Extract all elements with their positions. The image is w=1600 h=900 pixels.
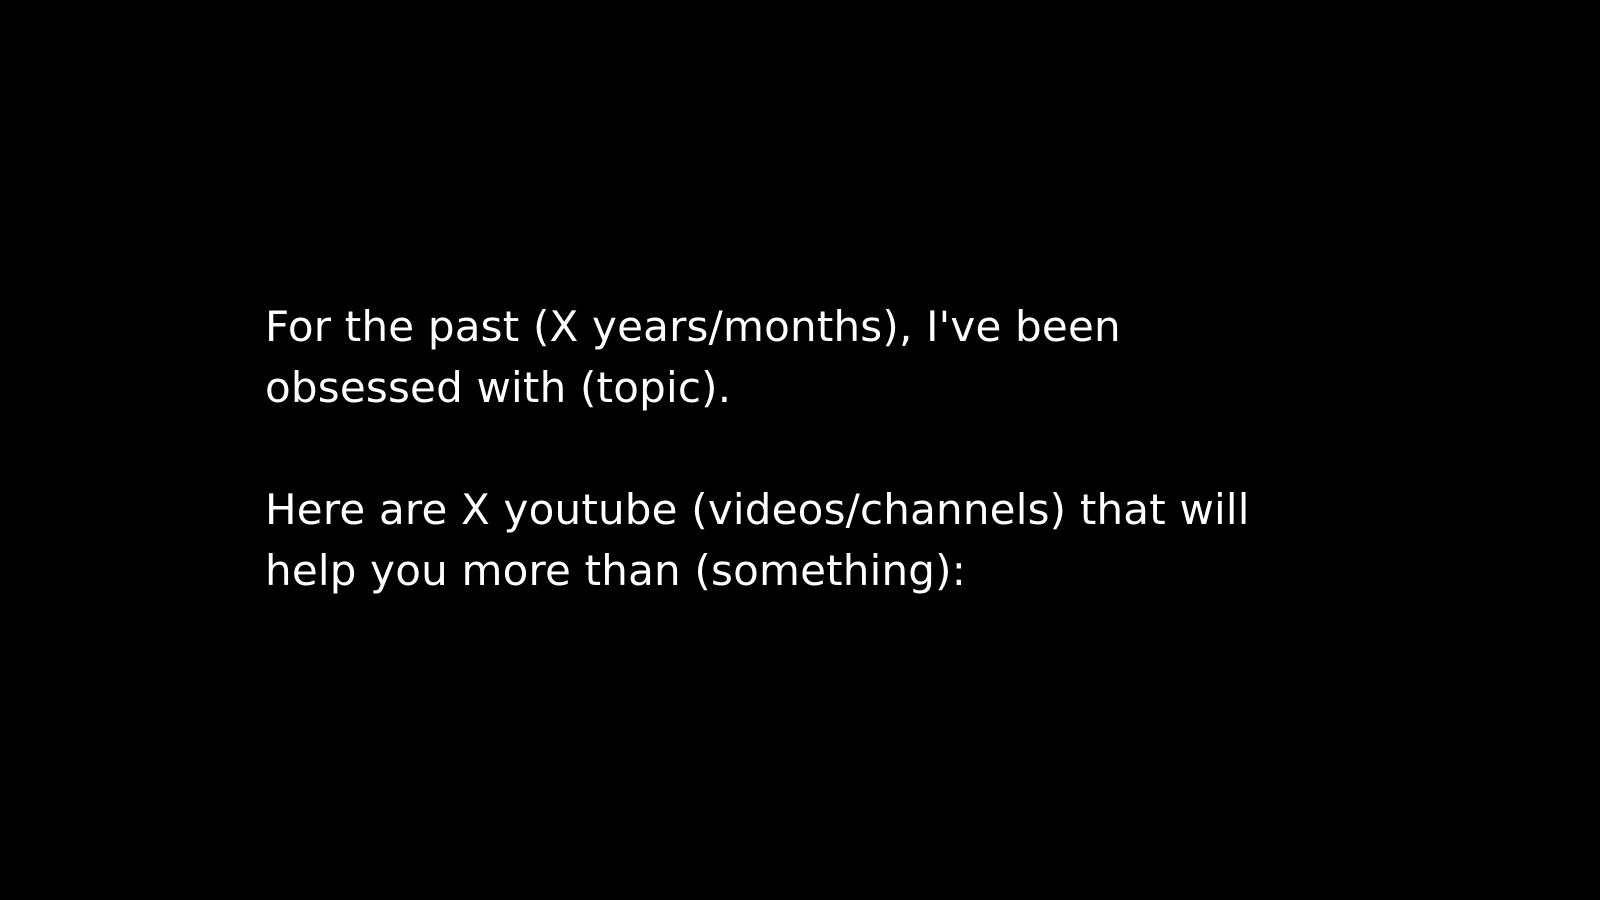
list-intro-line-2: help you more than (something):	[265, 546, 967, 595]
intro-line-2: obsessed with (topic).	[265, 363, 732, 412]
intro-paragraph: For the past (X years/months), I've been…	[265, 296, 1365, 418]
list-intro-line-1: Here are X youtube (videos/channels) tha…	[265, 485, 1250, 534]
slide: For the past (X years/months), I've been…	[0, 0, 1600, 900]
intro-line-1: For the past (X years/months), I've been	[265, 302, 1121, 351]
slide-text: For the past (X years/months), I've been…	[265, 296, 1365, 601]
list-intro-paragraph: Here are X youtube (videos/channels) tha…	[265, 479, 1365, 601]
